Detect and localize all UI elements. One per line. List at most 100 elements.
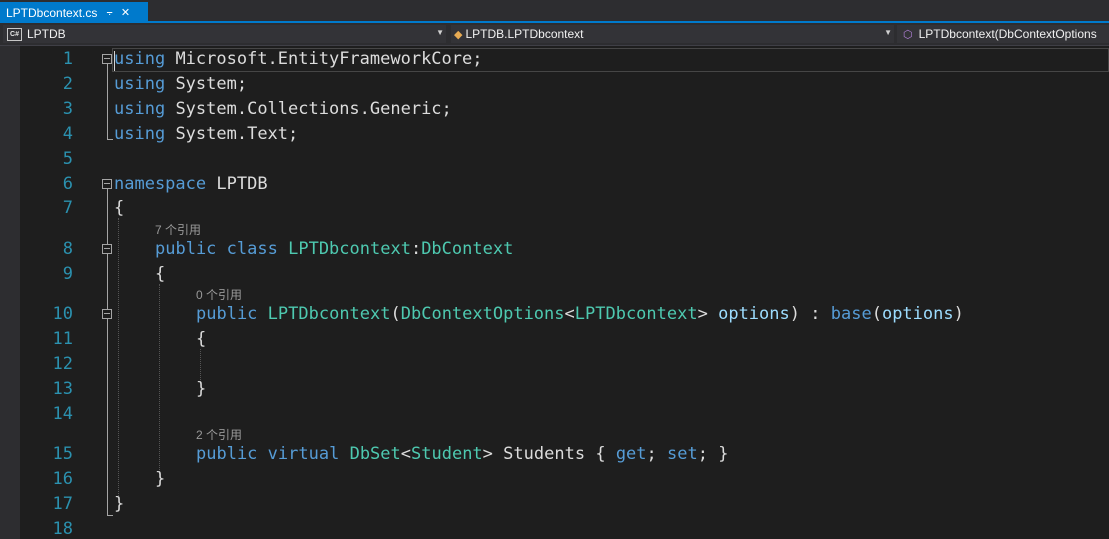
csharp-project-icon: C# bbox=[7, 27, 22, 41]
document-tab-strip: LPTDbcontext.cs ⨪ ✕ bbox=[0, 0, 1109, 23]
code-token: } bbox=[718, 444, 729, 464]
code-line-11: { bbox=[196, 329, 206, 349]
chevron-down-icon: ▼ bbox=[436, 28, 444, 37]
code-token: System.Text; bbox=[175, 124, 299, 144]
method-icon: ⬡ bbox=[903, 28, 913, 41]
line-number: 7 bbox=[62, 198, 73, 218]
code-token: using bbox=[114, 124, 166, 144]
collapse-namespace-icon[interactable] bbox=[102, 179, 112, 189]
code-token: namespace bbox=[114, 174, 207, 194]
code-token: base bbox=[830, 304, 872, 324]
collapse-constructor-icon[interactable] bbox=[102, 309, 112, 319]
code-token: } bbox=[155, 469, 166, 489]
code-token: set bbox=[667, 444, 698, 464]
code-token: ( bbox=[871, 304, 882, 324]
line-number: 8 bbox=[62, 239, 73, 259]
line-number: 15 bbox=[52, 444, 73, 464]
line-number: 12 bbox=[52, 354, 73, 374]
navigation-bar: C# LPTDB ▼ ◆ LPTDB.LPTDbcontext ▼ ⬡ LPTD… bbox=[0, 23, 1109, 46]
code-line-1: using Microsoft.EntityFrameworkCore; bbox=[114, 49, 482, 69]
line-number: 5 bbox=[62, 149, 73, 169]
project-dropdown-label: LPTDB bbox=[27, 27, 66, 41]
code-token: get bbox=[615, 444, 647, 464]
line-number: 1 bbox=[62, 49, 73, 69]
code-token: Students bbox=[503, 444, 586, 464]
code-token: using bbox=[114, 49, 166, 69]
code-token: LPTDB bbox=[216, 174, 268, 194]
code-line-9: { bbox=[155, 264, 165, 284]
code-token: > bbox=[482, 444, 493, 464]
code-token: Student bbox=[411, 444, 483, 464]
code-line-8: public class LPTDbcontext:DbContext bbox=[155, 239, 513, 259]
code-token: public bbox=[196, 304, 258, 324]
code-token: Microsoft.EntityFrameworkCore; bbox=[175, 49, 483, 69]
codelens-references[interactable]: 2 个引用 bbox=[196, 426, 242, 443]
code-token: : bbox=[410, 239, 422, 259]
code-line-10: public LPTDbcontext(DbContextOptions<LPT… bbox=[196, 304, 964, 324]
code-line-2: using System; bbox=[114, 74, 247, 94]
line-number: 9 bbox=[62, 264, 73, 284]
type-dropdown-label: LPTDB.LPTDbcontext bbox=[465, 27, 584, 41]
code-token: < bbox=[564, 304, 575, 324]
code-token: { bbox=[196, 329, 207, 349]
code-token: > bbox=[697, 304, 708, 324]
code-token: { bbox=[114, 198, 125, 218]
indent-guide bbox=[159, 284, 160, 474]
codelens-references[interactable]: 0 个引用 bbox=[196, 286, 242, 303]
outline-line bbox=[107, 64, 108, 140]
code-token: { bbox=[595, 444, 606, 464]
code-token: ( bbox=[390, 304, 401, 324]
indent-guide bbox=[118, 218, 119, 498]
code-token: } bbox=[196, 379, 207, 399]
type-dropdown[interactable]: ◆ LPTDB.LPTDbcontext ▼ bbox=[451, 25, 894, 43]
line-number: 6 bbox=[62, 174, 73, 194]
code-token: DbSet bbox=[349, 444, 401, 464]
code-token: : bbox=[810, 304, 821, 324]
code-line-6: namespace LPTDB bbox=[114, 174, 268, 194]
code-token: DbContext bbox=[421, 239, 514, 259]
code-token: LPTDbcontext bbox=[267, 304, 391, 324]
code-token: options bbox=[718, 304, 790, 324]
project-dropdown[interactable]: C# LPTDB ▼ bbox=[3, 25, 446, 43]
outline-line bbox=[107, 189, 108, 516]
code-token: using bbox=[114, 74, 166, 94]
line-number: 13 bbox=[52, 379, 73, 399]
code-token: } bbox=[114, 494, 125, 514]
close-icon[interactable]: ✕ bbox=[121, 6, 130, 19]
code-line-13: } bbox=[196, 379, 206, 399]
codelens-references[interactable]: 7 个引用 bbox=[155, 221, 201, 238]
line-number: 18 bbox=[52, 519, 73, 539]
code-token: ) bbox=[953, 304, 964, 324]
code-line-16: } bbox=[155, 469, 165, 489]
line-number: 17 bbox=[52, 494, 73, 514]
chevron-down-icon: ▼ bbox=[884, 28, 892, 37]
outline-line-end bbox=[107, 515, 113, 516]
code-token: using bbox=[114, 99, 166, 119]
line-number: 3 bbox=[62, 99, 73, 119]
collapse-usings-icon[interactable] bbox=[102, 54, 112, 64]
document-tab[interactable]: LPTDbcontext.cs ⨪ ✕ bbox=[0, 2, 148, 23]
line-number: 10 bbox=[52, 304, 73, 324]
line-number: 14 bbox=[52, 404, 73, 424]
code-token: System; bbox=[175, 74, 248, 94]
pin-icon[interactable]: ⨪ bbox=[106, 6, 112, 19]
code-line-17: } bbox=[114, 494, 124, 514]
line-number: 11 bbox=[52, 329, 73, 349]
code-token: < bbox=[400, 444, 412, 464]
code-token: ) bbox=[789, 304, 800, 324]
code-token: System.Collections.Generic; bbox=[175, 99, 452, 119]
code-token: LPTDbcontext bbox=[288, 239, 411, 259]
code-token: public bbox=[196, 444, 258, 464]
code-token: virtual bbox=[267, 444, 340, 464]
code-editor[interactable]: 1 2 3 4 5 6 7 8 9 10 11 12 13 14 15 16 1… bbox=[0, 46, 1109, 539]
member-dropdown[interactable]: ⬡ LPTDbcontext(DbContextOptions bbox=[897, 25, 1109, 43]
code-line-3: using System.Collections.Generic; bbox=[114, 99, 452, 119]
line-number: 2 bbox=[62, 74, 73, 94]
code-line-4: using System.Text; bbox=[114, 124, 298, 144]
code-token: ; bbox=[646, 444, 657, 464]
code-token: public bbox=[155, 239, 217, 259]
code-token: DbContextOptions bbox=[400, 304, 565, 324]
code-token: options bbox=[881, 304, 954, 324]
collapse-class-icon[interactable] bbox=[102, 244, 112, 254]
code-line-7: { bbox=[114, 198, 124, 218]
